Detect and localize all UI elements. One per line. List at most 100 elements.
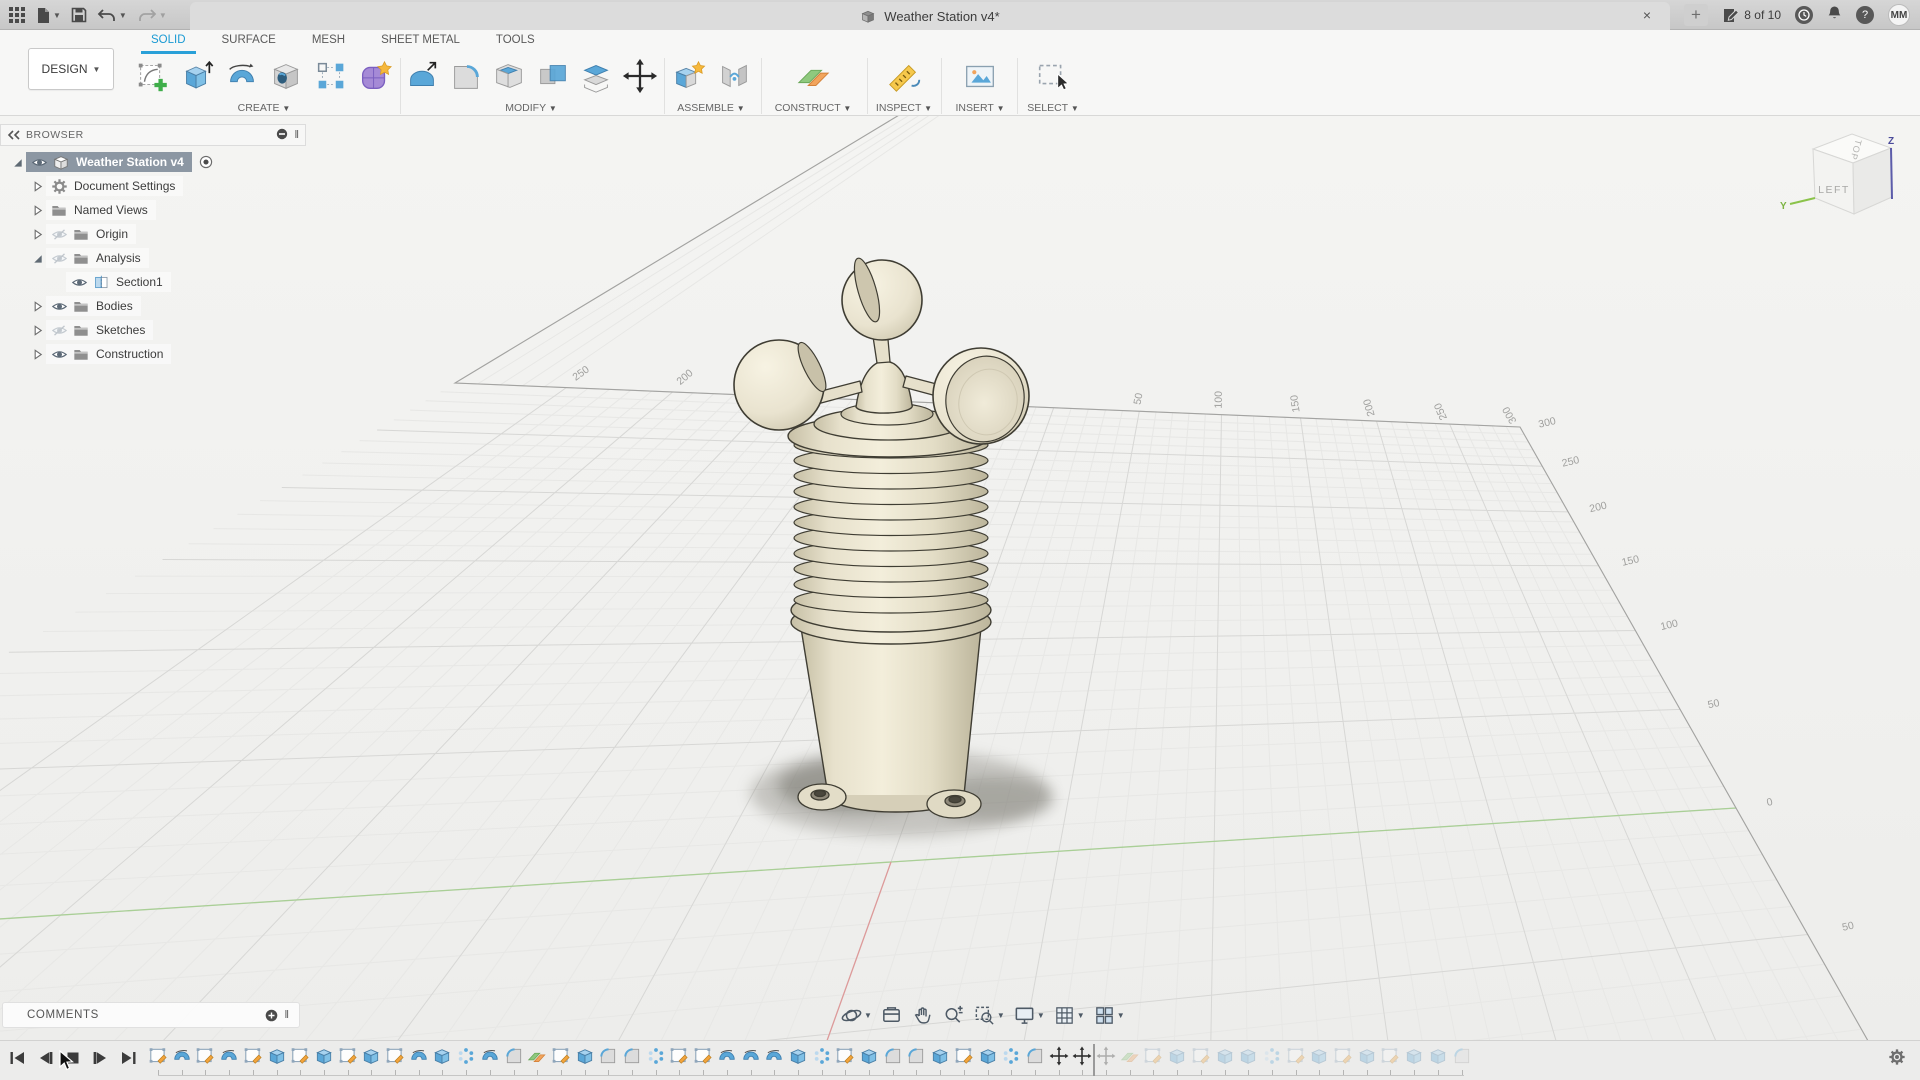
timeline-feature-extrude[interactable] <box>978 1046 998 1066</box>
group-label-insert[interactable]: INSERT ▼ <box>948 102 1012 114</box>
timeline-feature-extrude[interactable] <box>361 1046 381 1066</box>
tab-mesh[interactable]: MESH <box>294 30 363 54</box>
timeline-feature-sketch[interactable] <box>954 1046 974 1066</box>
timeline-feature-fillet[interactable] <box>622 1046 642 1066</box>
visibility-eye-icon[interactable] <box>68 273 90 291</box>
zoom-tool[interactable] <box>942 1004 965 1027</box>
timeline-feature-move[interactable] <box>1072 1046 1092 1066</box>
visibility-eye-icon[interactable] <box>28 153 50 171</box>
timeline-feature-extrude[interactable] <box>1404 1046 1424 1066</box>
group-label-inspect[interactable]: INSPECT ▼ <box>872 102 936 114</box>
browser-item-bodies[interactable]: Bodies <box>0 294 306 318</box>
timeline-feature-pattern[interactable] <box>1262 1046 1282 1066</box>
tab-sheet-metal[interactable]: SHEET METAL <box>363 30 478 54</box>
orbit-tool[interactable]: ▼ <box>840 1004 872 1027</box>
timeline-feature-fillet[interactable] <box>504 1046 524 1066</box>
browser-item-origin[interactable]: Origin <box>0 222 306 246</box>
document-tab[interactable]: Weather Station v4* × <box>190 2 1670 30</box>
timeline-feature-extrude[interactable] <box>1215 1046 1235 1066</box>
timeline-go-to-end-button[interactable] <box>118 1047 140 1069</box>
history-clock-icon[interactable] <box>1795 6 1813 24</box>
browser-item-construction[interactable]: Construction <box>0 342 306 366</box>
browser-item-document-settings[interactable]: Document Settings <box>0 174 306 198</box>
notifications-bell-icon[interactable] <box>1827 5 1842 26</box>
hole-icon[interactable] <box>267 56 307 96</box>
timeline-feature-move[interactable] <box>1096 1046 1116 1066</box>
tab-close-button[interactable]: × <box>1638 7 1656 23</box>
timeline-feature-sketch[interactable] <box>693 1046 713 1066</box>
timeline-feature-sketch[interactable] <box>148 1046 168 1066</box>
timeline-feature-extrude[interactable] <box>1167 1046 1187 1066</box>
timeline-feature-plane[interactable] <box>1120 1046 1140 1066</box>
group-label-construct[interactable]: CONSTRUCT ▼ <box>764 102 862 114</box>
timeline-feature-revolve[interactable] <box>409 1046 429 1066</box>
timeline-feature-extrude[interactable] <box>1357 1046 1377 1066</box>
browser-item-analysis[interactable]: Analysis <box>0 246 306 270</box>
timeline-feature-sketch[interactable] <box>1333 1046 1353 1066</box>
form-icon[interactable] <box>356 56 396 96</box>
tab-solid[interactable]: SOLID <box>133 30 204 54</box>
tool-caret[interactable]: ▼ <box>864 1011 872 1020</box>
timeline-feature-sketch[interactable] <box>290 1046 310 1066</box>
avatar[interactable]: MM <box>1888 4 1910 26</box>
timeline-feature-move[interactable] <box>1049 1046 1069 1066</box>
redo-button[interactable]: ▼ <box>137 8 167 23</box>
comments-grip[interactable]: ‖ <box>284 1009 289 1021</box>
viewport-3d[interactable]: 2502001505010015020025030030025020015010… <box>0 116 1920 1040</box>
group-label-select[interactable]: SELECT ▼ <box>1021 102 1085 114</box>
timeline-feature-sketch[interactable] <box>669 1046 689 1066</box>
timeline-feature-sketch[interactable] <box>243 1046 263 1066</box>
timeline-feature-extrude[interactable] <box>575 1046 595 1066</box>
move-big-icon[interactable] <box>621 56 660 96</box>
shell-icon[interactable] <box>490 56 529 96</box>
timeline-feature-extrude[interactable] <box>267 1046 287 1066</box>
timeline-feature-fillet[interactable] <box>883 1046 903 1066</box>
group-label-create[interactable]: CREATE ▼ <box>133 102 395 114</box>
timeline-position-marker[interactable] <box>1093 1044 1095 1076</box>
look-at-tool[interactable] <box>880 1004 903 1027</box>
undo-caret[interactable]: ▼ <box>119 11 127 20</box>
job-status[interactable]: 8 of 10 <box>1723 8 1781 23</box>
select-icon[interactable] <box>1033 56 1073 96</box>
insert-icon[interactable] <box>960 56 1000 96</box>
timeline-feature-revolve[interactable] <box>741 1046 761 1066</box>
timeline-feature-pattern[interactable] <box>646 1046 666 1066</box>
timeline-feature-pattern[interactable] <box>812 1046 832 1066</box>
measure-icon[interactable] <box>884 56 924 96</box>
timeline-feature-extrude[interactable] <box>1238 1046 1258 1066</box>
timeline-feature-fillet[interactable] <box>1452 1046 1472 1066</box>
browser-item-section1[interactable]: Section1 <box>0 270 306 294</box>
visibility-eye-icon[interactable] <box>48 297 70 315</box>
timeline-feature-revolve[interactable] <box>219 1046 239 1066</box>
timeline-feature-sketch[interactable] <box>1191 1046 1211 1066</box>
timeline-feature-extrude[interactable] <box>788 1046 808 1066</box>
timeline-feature-sketch[interactable] <box>551 1046 571 1066</box>
timeline-feature-sketch[interactable] <box>1286 1046 1306 1066</box>
tool-caret[interactable]: ▼ <box>1037 1011 1045 1020</box>
timeline-feature-extrude[interactable] <box>859 1046 879 1066</box>
browser-minimize-icon[interactable] <box>276 128 288 143</box>
activate-component-radio[interactable] <box>198 154 214 170</box>
app-grid-icon[interactable] <box>8 6 26 24</box>
timeline-step-forward-button[interactable] <box>90 1047 112 1069</box>
visibility-hidden-icon[interactable] <box>48 225 70 243</box>
expander-closed-icon[interactable] <box>28 202 46 218</box>
browser-item-sketches[interactable]: Sketches <box>0 318 306 342</box>
timeline-feature-fillet[interactable] <box>1025 1046 1045 1066</box>
pattern-icon[interactable] <box>311 56 351 96</box>
timeline-feature-extrude[interactable] <box>1428 1046 1448 1066</box>
browser-header[interactable]: BROWSER ‖ <box>0 124 306 146</box>
combine-icon[interactable] <box>534 56 573 96</box>
file-menu-button[interactable]: ▼ <box>36 7 61 24</box>
visibility-eye-icon[interactable] <box>48 345 70 363</box>
timeline-feature-pattern[interactable] <box>1001 1046 1021 1066</box>
tool-caret[interactable]: ▼ <box>1117 1011 1125 1020</box>
expander-closed-icon[interactable] <box>28 298 46 314</box>
revolve-icon[interactable] <box>222 56 262 96</box>
tool-caret[interactable]: ▼ <box>1077 1011 1085 1020</box>
fillet-big-icon[interactable] <box>447 56 486 96</box>
timeline-feature-sketch[interactable] <box>1380 1046 1400 1066</box>
workspace-selector[interactable]: DESIGN ▼ <box>28 48 114 90</box>
expander-open-icon[interactable] <box>28 250 46 266</box>
tool-caret[interactable]: ▼ <box>997 1011 1005 1020</box>
